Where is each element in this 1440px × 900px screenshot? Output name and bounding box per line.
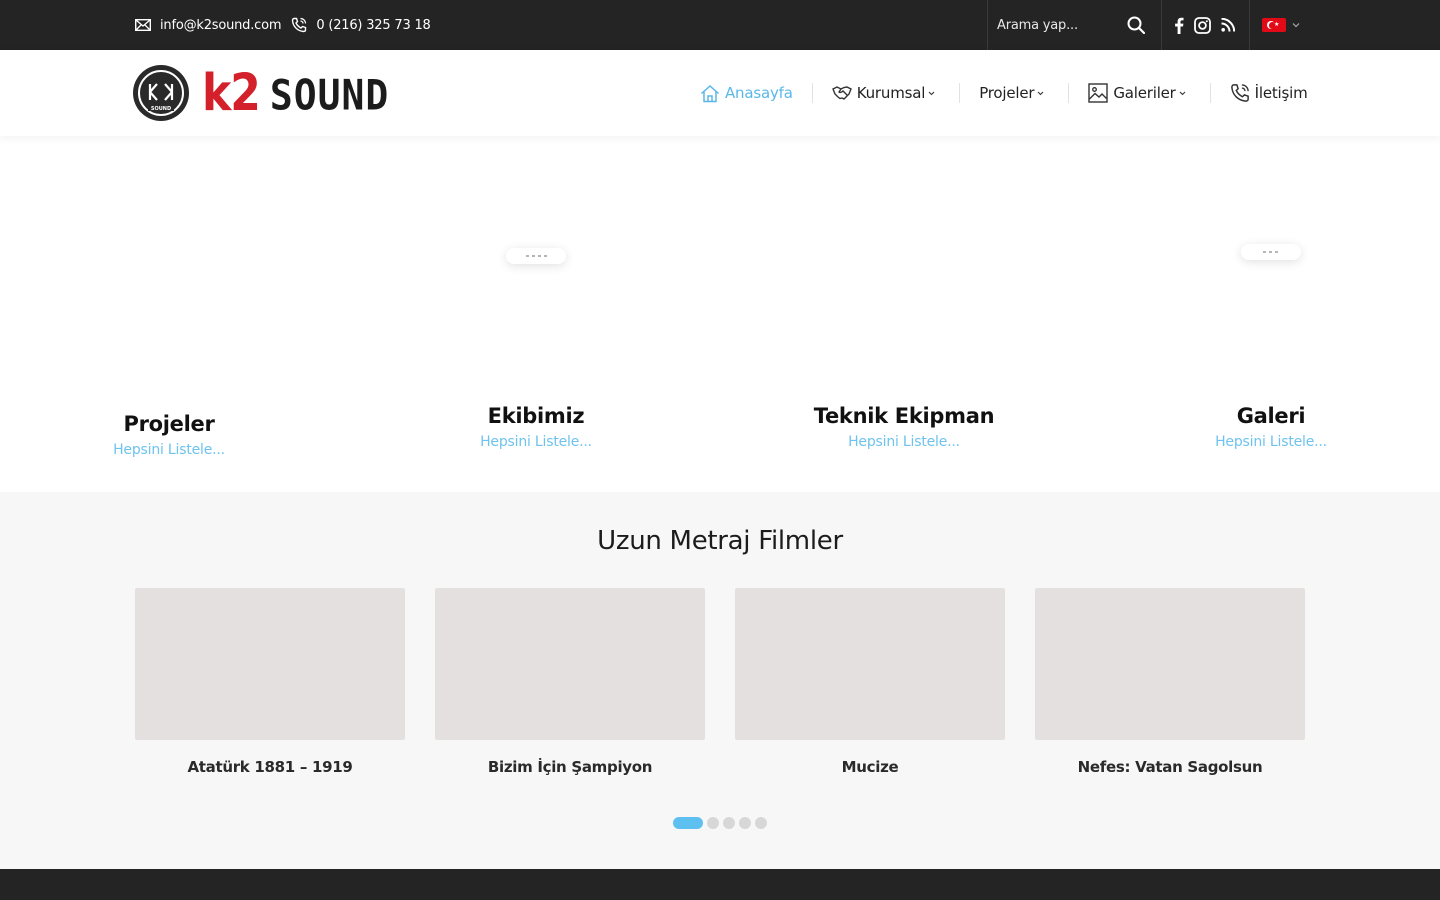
nav-label-galeriler: Galeriler	[1113, 84, 1176, 102]
film-card[interactable]: Atatürk 1881 – 1919	[135, 588, 405, 776]
carousel-dot[interactable]	[739, 817, 751, 829]
chevron-down-icon	[1037, 91, 1044, 95]
carousel-pagination	[673, 817, 771, 829]
search-input[interactable]	[997, 17, 1117, 33]
nav-divider	[1209, 83, 1211, 103]
search-icon	[1127, 16, 1146, 35]
search-button[interactable]	[1127, 16, 1146, 35]
carousel-dot[interactable]	[673, 817, 703, 829]
feature-ekibimiz[interactable]: Ekibimiz Hepsini Listele...	[406, 404, 666, 450]
turkey-flag-icon: ★	[1262, 18, 1286, 32]
home-icon	[701, 84, 719, 102]
nav-divider	[959, 83, 961, 103]
facebook-link[interactable]	[1174, 17, 1184, 34]
phone-text: 0 (216) 325 73 18	[316, 17, 431, 33]
nav-divider	[1068, 83, 1070, 103]
chevron-down-icon	[1179, 91, 1186, 95]
film-thumbnail[interactable]	[135, 588, 405, 740]
nav-item-home[interactable]: Anasayfa	[700, 84, 793, 103]
nav-item-galeriler[interactable]: Galeriler	[1088, 83, 1190, 103]
feature-list-link[interactable]: Hepsini Listele...	[774, 434, 1034, 450]
envelope-icon	[135, 19, 151, 31]
nav-divider	[811, 83, 813, 103]
phone-link[interactable]: 0 (216) 325 73 18	[291, 17, 431, 33]
feature-section: Projeler Hepsini Listele... Ekibimiz Hep…	[0, 136, 1440, 492]
language-selector[interactable]: ★	[1250, 18, 1300, 32]
feature-title: Ekibimiz	[487, 404, 585, 428]
rss-icon	[1221, 18, 1235, 32]
feature-title: Galeri	[1236, 404, 1306, 428]
loading-spinner-icon	[1241, 244, 1301, 260]
footer	[0, 869, 1440, 900]
top-bar: info@k2sound.com 0 (216) 325 73 18 Arama…	[0, 0, 1440, 50]
instagram-link[interactable]	[1194, 16, 1211, 34]
carousel-dot[interactable]	[707, 817, 719, 829]
film-title[interactable]: Nefes: Vatan Sagolsun	[1035, 758, 1305, 776]
feature-galeri[interactable]: Galeri Hepsini Listele...	[1141, 404, 1401, 450]
film-thumbnail[interactable]	[1035, 588, 1305, 740]
social-links	[1162, 0, 1250, 50]
film-card[interactable]: Nefes: Vatan Sagolsun	[1035, 588, 1305, 776]
films-section: Uzun Metraj Filmler Atatürk 1881 – 1919 …	[0, 492, 1440, 869]
main-header: SOUND k2 SOUND Anasayfa Kurumsal Projele…	[0, 50, 1440, 136]
loading-spinner-icon	[506, 248, 566, 264]
carousel-dot[interactable]	[755, 817, 767, 829]
feature-title: Projeler	[123, 412, 215, 436]
email-link[interactable]: info@k2sound.com	[135, 17, 282, 33]
feature-list-link[interactable]: Hepsini Listele...	[39, 442, 299, 458]
chevron-down-icon	[1292, 23, 1300, 28]
rss-link[interactable]	[1221, 18, 1235, 32]
phone-icon	[1230, 84, 1249, 102]
main-nav: Anasayfa Kurumsal Projeler Galeriler İle…	[700, 50, 1308, 136]
facebook-icon	[1175, 17, 1184, 34]
k2-badge-icon: SOUND	[133, 65, 189, 121]
film-thumbnail[interactable]	[735, 588, 1005, 740]
section-heading: Uzun Metraj Filmler	[597, 526, 843, 556]
nav-label-projeler: Projeler	[979, 84, 1035, 102]
nav-label-kurumsal: Kurumsal	[856, 84, 926, 102]
feature-title: Teknik Ekipman	[813, 404, 995, 428]
nav-item-projeler[interactable]: Projeler	[979, 84, 1049, 102]
film-card[interactable]: Bizim İçin Şampiyon	[435, 588, 705, 776]
feature-teknik-ekipman[interactable]: Teknik Ekipman Hepsini Listele...	[774, 404, 1034, 450]
logo-sound-text: SOUND	[269, 70, 390, 119]
site-logo[interactable]: SOUND k2 SOUND	[132, 64, 389, 122]
instagram-icon	[1194, 16, 1211, 34]
svg-text:SOUND: SOUND	[151, 106, 171, 112]
nav-item-iletisim[interactable]: İletişim	[1230, 83, 1308, 103]
nav-label-iletisim: İletişim	[1254, 84, 1308, 102]
image-icon	[1088, 83, 1109, 103]
feature-list-link[interactable]: Hepsini Listele...	[406, 434, 666, 450]
film-card[interactable]: Mucize	[735, 588, 1005, 776]
feature-projeler[interactable]: Projeler Hepsini Listele...	[39, 412, 299, 458]
handshake-icon	[831, 86, 852, 100]
film-thumbnail[interactable]	[435, 588, 705, 740]
logo-k2-text: k2	[202, 63, 261, 123]
carousel-dot[interactable]	[723, 817, 735, 829]
nav-label-home: Anasayfa	[725, 84, 793, 102]
film-title[interactable]: Atatürk 1881 – 1919	[135, 758, 405, 776]
search-box	[987, 0, 1162, 50]
email-text: info@k2sound.com	[160, 17, 282, 33]
feature-list-link[interactable]: Hepsini Listele...	[1141, 434, 1401, 450]
contact-info: info@k2sound.com 0 (216) 325 73 18	[135, 0, 441, 50]
phone-icon	[292, 17, 307, 33]
nav-item-kurumsal[interactable]: Kurumsal	[831, 84, 940, 102]
film-title[interactable]: Mucize	[735, 758, 1005, 776]
film-title[interactable]: Bizim İçin Şampiyon	[435, 758, 705, 776]
chevron-down-icon	[928, 91, 935, 95]
logo-wordmark: k2 SOUND	[202, 64, 390, 123]
